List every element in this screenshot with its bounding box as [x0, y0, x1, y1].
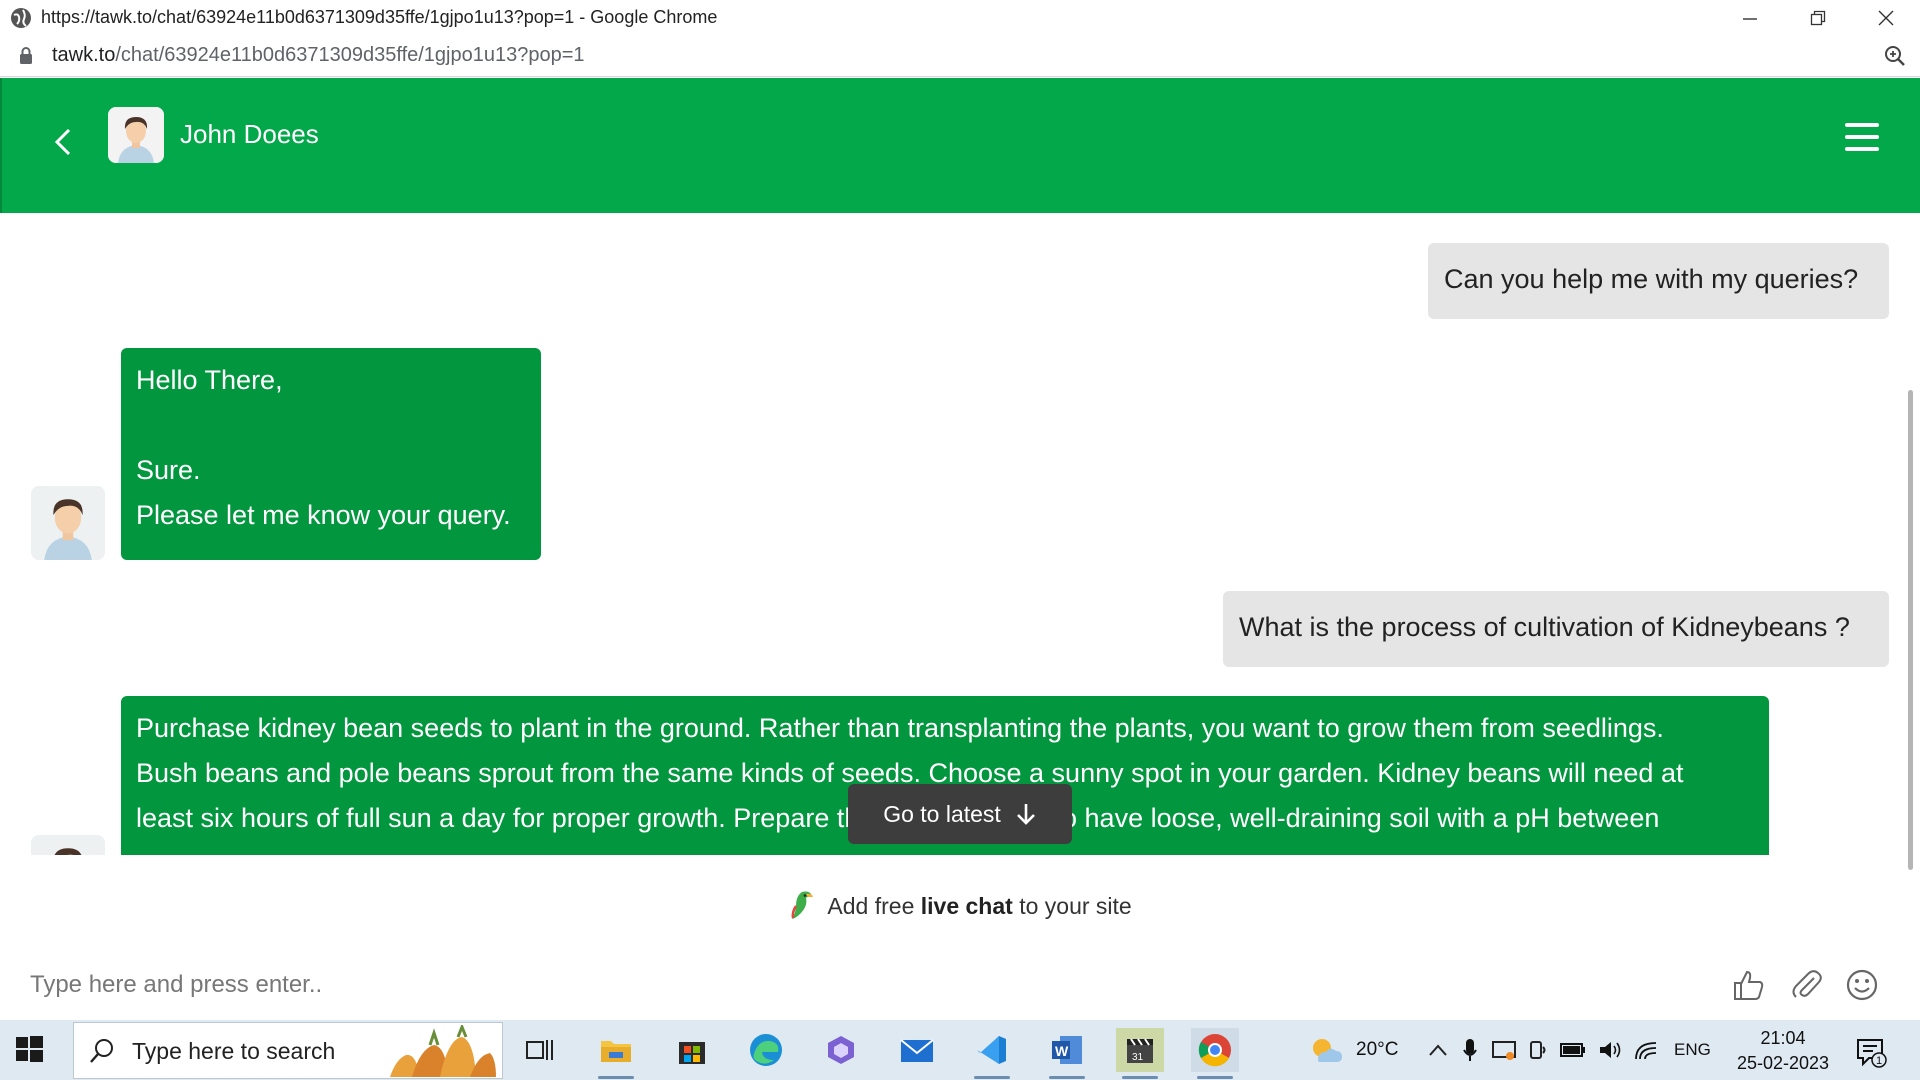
weather-icon [1313, 1039, 1342, 1062]
battery-icon [1560, 1043, 1585, 1057]
system-clock[interactable]: 21:04 25-02-2023 [1730, 1026, 1836, 1076]
paperclip-icon [1792, 970, 1822, 998]
chat-header: John Doees [0, 78, 1920, 213]
message-line: Purchase kidney bean seeds to plant in t… [136, 713, 1664, 743]
visitor-message: Can you help me with my queries? [1428, 243, 1889, 319]
window-title: https://tawk.to/chat/63924e11b0d6371309d… [41, 7, 718, 27]
promo-suffix: to your site [1019, 893, 1132, 919]
agent-message-avatar [31, 835, 105, 855]
close-window-button[interactable] [1852, 0, 1920, 35]
mail-icon [900, 1039, 934, 1062]
svg-text:31: 31 [1132, 1052, 1144, 1063]
thumbs-up-icon [1734, 970, 1764, 1000]
notification-icon[interactable]: 1 [1855, 1036, 1887, 1068]
windows-start-icon[interactable] [14, 1034, 44, 1064]
agent-name: John Doees [180, 119, 319, 149]
hamburger-icon [1845, 123, 1879, 127]
message-line: Sure. [136, 455, 201, 485]
restore-button[interactable] [1784, 0, 1852, 35]
minimize-button[interactable] [1716, 0, 1784, 35]
edge-browser-button[interactable] [742, 1028, 790, 1072]
clapperboard-icon: 31 [1127, 1038, 1153, 1063]
message-line: Please let me know your query. [136, 500, 511, 530]
person-avatar-icon [108, 107, 164, 163]
message-composer [0, 963, 1920, 1018]
chrome-button[interactable] [1191, 1028, 1239, 1079]
media-app-button[interactable]: 31 [1116, 1028, 1164, 1079]
microsoft-store-button[interactable] [668, 1028, 716, 1072]
chat-widget: John Doees Can you help me with my queri… [0, 78, 1920, 1018]
minimize-icon [1743, 17, 1757, 20]
powered-by-banner[interactable]: Add free live chat to your site [0, 855, 1920, 963]
wifi-icon [1635, 1042, 1657, 1060]
site-globe-icon [11, 7, 31, 28]
go-to-latest-button[interactable]: Go to latest [848, 784, 1072, 844]
vscode-button[interactable] [968, 1028, 1016, 1079]
input-language: ENG [1674, 1040, 1711, 1059]
promo-prefix: Add free [827, 893, 915, 919]
zoom-icon[interactable] [1884, 45, 1906, 67]
agent-message: Hello There, Sure. Please let me know yo… [121, 348, 541, 560]
search-placeholder: Type here to search [132, 1038, 336, 1064]
display-sync-icon [1492, 1041, 1516, 1060]
visitor-message: What is the process of cultivation of Ki… [1223, 591, 1889, 667]
message-line: Hello There, [136, 365, 283, 395]
notification-count: 1 [1876, 1055, 1882, 1067]
tawk-parrot-icon [791, 891, 814, 919]
weather-widget[interactable]: 20°C [1308, 1020, 1398, 1080]
url-path: /chat/63924e11b0d6371309d35ffe/1gjpo1u13… [115, 44, 585, 66]
url-domain: tawk.to [52, 44, 116, 66]
browser-title-bar: https://tawk.to/chat/63924e11b0d6371309d… [0, 0, 1920, 35]
edge-icon [750, 1034, 782, 1066]
clock-time: 21:04 [1760, 1028, 1806, 1048]
url-text[interactable]: tawk.to/chat/63924e11b0d6371309d35ffe/1g… [52, 44, 585, 67]
message-line [136, 403, 526, 448]
person-avatar-icon [31, 835, 105, 855]
word-icon: W [1052, 1036, 1082, 1064]
temperature: 20°C [1356, 1039, 1399, 1060]
mail-button[interactable] [893, 1028, 941, 1072]
volume-icon [1600, 1042, 1621, 1058]
menu-button[interactable] [1845, 123, 1879, 151]
search-icon [90, 1039, 113, 1063]
back-button[interactable] [48, 122, 78, 162]
file-explorer-button[interactable] [592, 1028, 640, 1079]
address-bar[interactable]: tawk.to/chat/63924e11b0d6371309d35ffe/1g… [0, 35, 1920, 77]
folder-icon [601, 1041, 631, 1062]
task-view-button[interactable] [516, 1028, 564, 1072]
word-button[interactable]: W [1043, 1028, 1091, 1079]
arrow-down-icon [1016, 804, 1035, 825]
app-button[interactable] [817, 1028, 865, 1072]
vscode-icon [977, 1036, 1006, 1064]
task-view-icon [526, 1040, 553, 1060]
restore-icon [1810, 10, 1826, 25]
system-tray-icons[interactable]: ENG [1428, 1020, 1711, 1080]
chevron-left-icon [54, 128, 71, 156]
message-scrollbar[interactable] [1908, 390, 1913, 870]
device-icon [1530, 1041, 1546, 1059]
person-avatar-icon [31, 486, 105, 560]
promo-bold: live chat [920, 893, 1013, 919]
emoji-button[interactable] [1842, 965, 1882, 1005]
message-input[interactable] [30, 965, 1230, 1005]
clock-date: 25-02-2023 [1736, 1053, 1830, 1073]
message-list[interactable]: Can you help me with my queries? Hello T… [0, 213, 1920, 855]
taskbar-search-box[interactable]: Type here to search [73, 1022, 503, 1079]
agent-message-avatar [31, 486, 105, 560]
copilot-style-icon [828, 1036, 854, 1064]
smiley-icon [1846, 969, 1878, 1001]
search-highlight-image [390, 1025, 496, 1077]
lock-icon [20, 46, 32, 64]
attach-file-button[interactable] [1787, 965, 1827, 1005]
microphone-icon [1463, 1039, 1477, 1061]
close-icon [1878, 10, 1894, 25]
store-icon [679, 1042, 705, 1064]
chevron-up-icon [1429, 1044, 1447, 1056]
chrome-icon [1198, 1034, 1231, 1067]
windows-taskbar: Type here to search W 31 20°C ENG 21:04 … [0, 1020, 1920, 1080]
rate-button[interactable] [1729, 965, 1769, 1005]
svg-text:W: W [1055, 1043, 1069, 1059]
agent-avatar [108, 107, 164, 163]
